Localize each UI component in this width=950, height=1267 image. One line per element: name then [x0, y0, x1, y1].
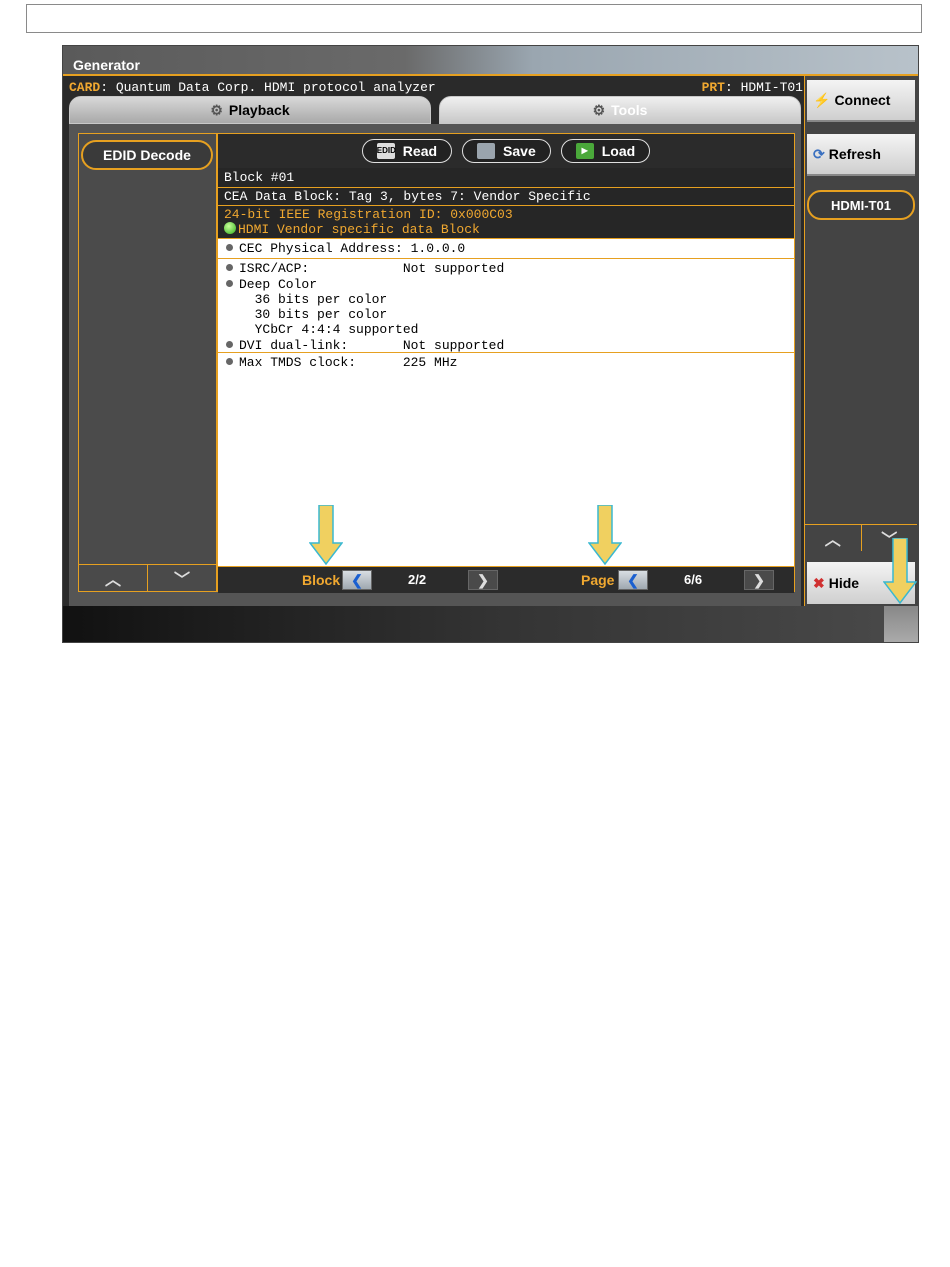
dvi-dual-link: DVI dual-link: Not supported — [239, 338, 505, 353]
tools-content: EDID Decode ︿ ﹀ EDID Read Save ▶ Load Bloc… — [69, 124, 801, 606]
page-counter: 6/6 — [684, 572, 703, 587]
status-bar — [63, 606, 918, 642]
hide-label: Hide — [828, 575, 860, 591]
block-label: Block — [302, 572, 341, 588]
callout-arrow-down-icon — [883, 538, 917, 604]
card-label: CARD — [69, 80, 101, 95]
refresh-label: Refresh — [828, 146, 881, 162]
chevron-up-icon: ︿ — [104, 572, 121, 589]
document-header-bar — [26, 4, 922, 33]
tool-list-panel: EDID Decode ︿ ﹀ — [78, 133, 217, 592]
save-label: Save — [503, 143, 536, 159]
status-ok-icon — [224, 222, 236, 234]
max-tmds-clock: Max TMDS clock: 225 MHz — [239, 355, 458, 370]
title-bar: Generator — [63, 46, 918, 76]
isrc-acp: ISRC/ACP: Not supported — [239, 261, 505, 276]
bullet-icon — [226, 341, 233, 348]
bullet-icon — [226, 244, 233, 251]
tab-bar: ⚙ Playback ⚙ Tools — [69, 96, 801, 124]
folder-open-icon: ▶ — [575, 143, 594, 159]
port-value: HDMI-T01 — [740, 80, 803, 95]
chevron-right-icon: ❯ — [753, 571, 765, 588]
deep-color-30: 30 bits per color — [239, 307, 388, 322]
save-button[interactable]: Save — [462, 139, 551, 163]
chevron-right-icon: ❯ — [477, 571, 489, 588]
page-prev-button[interactable]: ❮ — [618, 570, 648, 590]
tools-icon: ⚙ — [210, 101, 223, 118]
connect-button[interactable]: ⚡ Connect — [807, 80, 915, 122]
block-header: Block #01 — [218, 168, 794, 188]
block-page-navigator: Block ❮ 2/2 ❯ Page ❮ 6/6 ❯ — [218, 566, 794, 593]
chevron-up-icon: ︿ — [824, 532, 841, 549]
resize-handle[interactable] — [884, 606, 918, 642]
page-next-button[interactable]: ❯ — [744, 570, 774, 590]
port-label: PRT — [701, 80, 725, 95]
tab-tools[interactable]: ⚙ Tools — [439, 96, 801, 124]
bullet-icon — [226, 358, 233, 365]
edid-chip-icon: EDID — [376, 143, 396, 159]
port-info: PRT: HDMI-T01 — [701, 80, 803, 95]
plug-icon: ⚡ — [813, 91, 831, 108]
chevron-left-icon: ❮ — [627, 571, 639, 588]
chevron-left-icon: ❮ — [351, 571, 363, 588]
page-label: Page — [581, 572, 615, 588]
vendor-block-title: HDMI Vendor specific data Block — [238, 222, 480, 237]
callout-arrow-down-icon — [309, 505, 343, 565]
edid-toolbar: EDID Read Save ▶ Load — [218, 134, 794, 168]
scroll-up-button[interactable]: ︿ — [79, 565, 148, 591]
tab-playback-label: Playback — [228, 102, 290, 118]
generator-window: Generator CARD: Quantum Data Corp. HDMI … — [62, 45, 919, 643]
tab-tools-label: Tools — [611, 102, 648, 118]
bullet-icon — [226, 264, 233, 271]
tmds-section: Max TMDS clock: 225 MHz — [218, 353, 794, 373]
load-button[interactable]: ▶ Load — [560, 139, 651, 163]
floppy-disk-icon — [477, 143, 496, 159]
cea-data-block-header: CEA Data Block: Tag 3, bytes 7: Vendor S… — [218, 188, 794, 206]
window-title: Generator — [73, 57, 140, 73]
cec-physical-address: CEC Physical Address: 1.0.0.0 — [239, 241, 466, 256]
block-prev-button[interactable]: ❮ — [342, 570, 372, 590]
refresh-button[interactable]: ⟳ Refresh — [807, 134, 915, 176]
read-button[interactable]: EDID Read — [361, 139, 453, 163]
connect-label: Connect — [834, 92, 891, 108]
load-label: Load — [601, 143, 636, 159]
decode-details: CEC Physical Address: 1.0.0.0 ISRC/ACP: … — [218, 239, 794, 566]
ieee-registration-id: 24-bit IEEE Registration ID: 0x000C03 — [224, 207, 513, 222]
ycbcr-support: YCbCr 4:4:4 supported — [239, 322, 419, 337]
deep-color-36: 36 bits per color — [239, 292, 388, 307]
card-value: Quantum Data Corp. HDMI protocol analyze… — [115, 80, 436, 95]
bullet-icon — [226, 280, 233, 287]
edid-decode-view: EDID Read Save ▶ Load Block #01 CEA Data B… — [217, 133, 795, 593]
ieee-registration-section: 24-bit IEEE Registration ID: 0x000C03 HD… — [218, 206, 794, 239]
card-info-row: CARD: Quantum Data Corp. HDMI protocol a… — [69, 80, 803, 95]
port-select-button[interactable]: HDMI-T01 — [807, 190, 915, 220]
edid-decode-button[interactable]: EDID Decode — [81, 140, 213, 170]
port-scroll-up-button[interactable]: ︿ — [805, 525, 862, 551]
tools-icon: ⚙ — [592, 101, 606, 118]
block-counter: 2/2 — [408, 572, 427, 587]
deep-color: Deep Color — [239, 277, 318, 292]
scroll-down-button[interactable]: ﹀ — [148, 565, 216, 591]
refresh-icon: ⟳ — [813, 145, 825, 162]
cec-section: CEC Physical Address: 1.0.0.0 — [218, 239, 794, 259]
read-label: Read — [402, 143, 438, 159]
chevron-down-icon: ﹀ — [173, 572, 190, 589]
tab-playback[interactable]: ⚙ Playback — [69, 96, 431, 124]
callout-arrow-down-icon — [588, 505, 622, 565]
tool-list-nav: ︿ ﹀ — [79, 564, 216, 591]
close-icon: ✖ — [813, 574, 825, 591]
right-sidebar: ⚡ Connect ⟳ Refresh HDMI-T01 ︿ ﹀ ✖ Hide — [804, 76, 918, 606]
block-next-button[interactable]: ❯ — [468, 570, 498, 590]
capabilities-section: ISRC/ACP: Not supported Deep Color 36 bi… — [218, 259, 794, 353]
